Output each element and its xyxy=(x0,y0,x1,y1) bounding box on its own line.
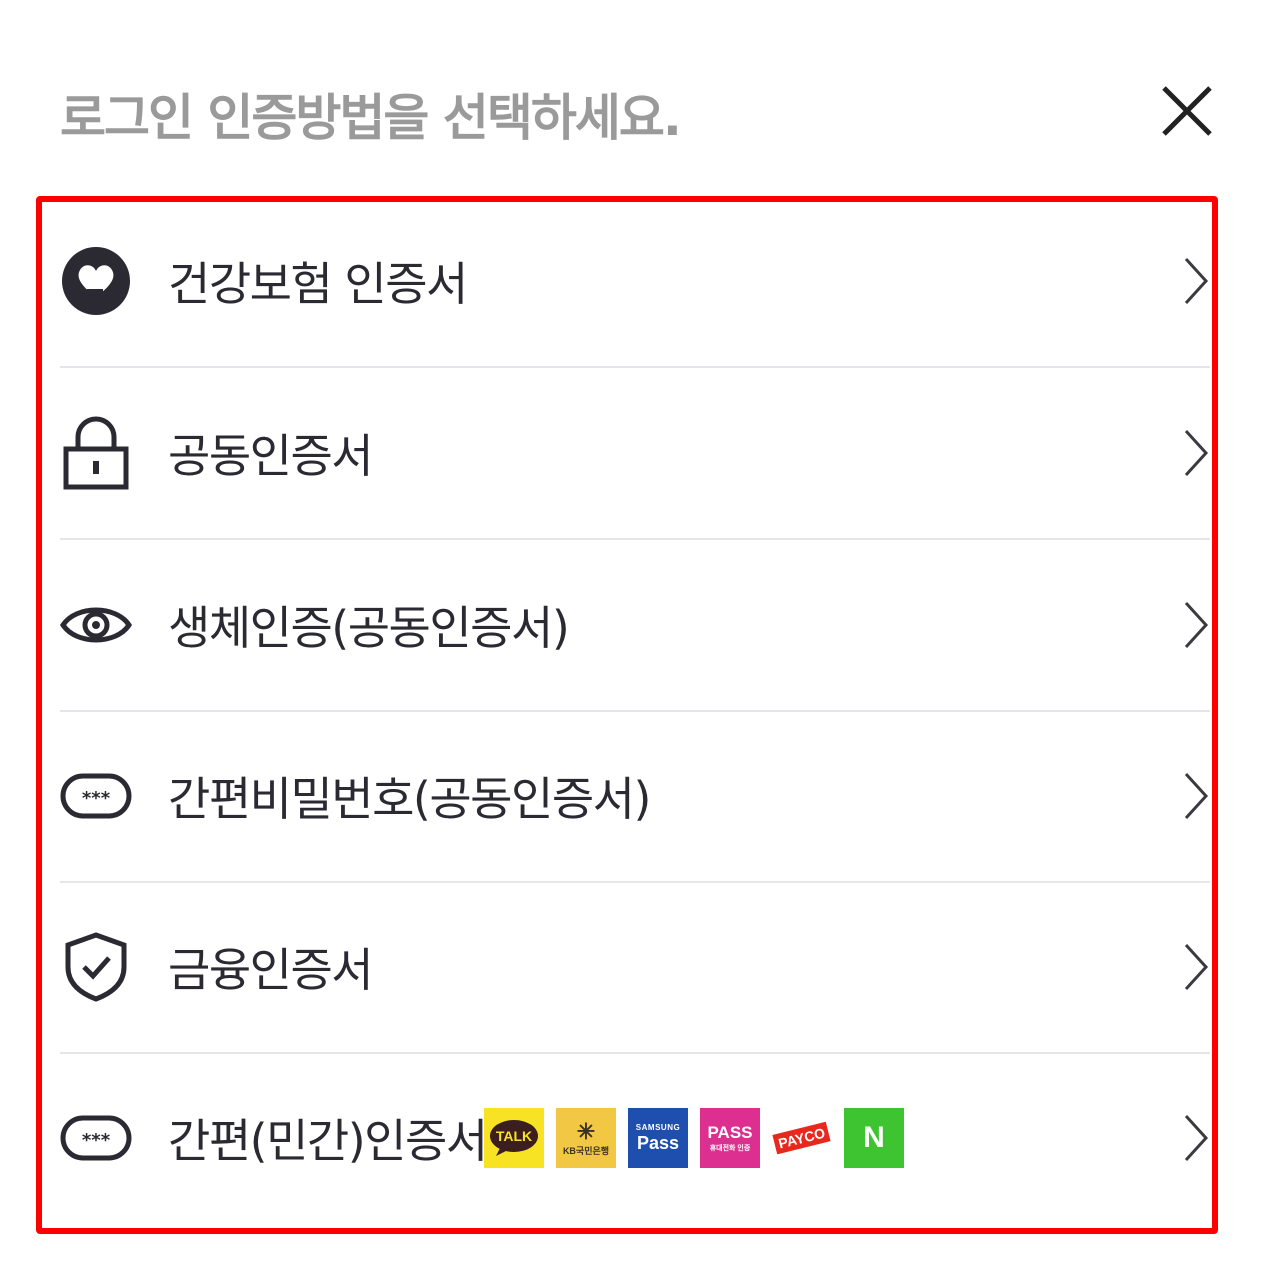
kb-star-icon: ✳ xyxy=(576,1118,596,1144)
method-label: 간편(민간)인증서 xyxy=(168,1114,488,1168)
method-biometric[interactable]: 생체인증(공동인증서) xyxy=(60,540,1210,712)
kakao-talk-logo: TALK xyxy=(484,1108,544,1168)
pass-logo: PASS 휴대전화 인증 xyxy=(700,1108,760,1168)
method-label: 공동인증서 xyxy=(168,429,374,483)
chevron-right-icon xyxy=(1184,1114,1209,1162)
close-icon xyxy=(1162,86,1212,136)
shield-check-icon xyxy=(60,927,132,1007)
method-label: 간편비밀번호(공동인증서) xyxy=(168,772,651,826)
svg-text:***: *** xyxy=(82,788,111,809)
svg-text:***: *** xyxy=(82,1130,111,1151)
samsung-pass-logo: SAMSUNG Pass xyxy=(628,1108,688,1168)
kakao-logo-text: TALK xyxy=(496,1128,532,1144)
chevron-right-icon xyxy=(1184,601,1209,649)
method-label: 생체인증(공동인증서) xyxy=(168,601,570,655)
eye-icon xyxy=(60,585,132,665)
method-label: 건강보험 인증서 xyxy=(168,257,468,311)
chevron-right-icon xyxy=(1184,943,1209,991)
method-financial-certificate[interactable]: 금융인증서 xyxy=(60,882,1210,1054)
password-dots-icon: *** xyxy=(60,1098,132,1178)
method-health-insurance[interactable]: 건강보험 인증서 xyxy=(60,196,1210,368)
method-simple-password[interactable]: *** 간편비밀번호(공동인증서) xyxy=(60,711,1210,883)
chevron-right-icon xyxy=(1184,257,1209,305)
chevron-right-icon xyxy=(1184,429,1209,477)
close-button[interactable] xyxy=(1156,80,1218,142)
lock-icon xyxy=(60,413,132,493)
method-joint-certificate[interactable]: 공동인증서 xyxy=(60,368,1210,540)
method-private-certificate[interactable]: *** 간편(민간)인증서 TALK ✳ KB국민은행 SAMSUNG Pass xyxy=(60,1053,1210,1223)
chevron-right-icon xyxy=(1184,772,1209,820)
naver-logo: N xyxy=(844,1108,904,1168)
modal-title: 로그인 인증방법을 선택하세요. xyxy=(60,89,682,147)
provider-logos: TALK ✳ KB국민은행 SAMSUNG Pass PASS 휴대전화 인증 … xyxy=(484,1108,904,1168)
health-insurance-icon xyxy=(60,241,132,321)
method-label: 금융인증서 xyxy=(168,943,374,997)
kb-bank-logo: ✳ KB국민은행 xyxy=(556,1108,616,1168)
password-dots-icon: *** xyxy=(60,756,132,836)
payco-logo: PAYCO xyxy=(772,1108,832,1168)
kb-logo-text: KB국민은행 xyxy=(562,1145,610,1156)
